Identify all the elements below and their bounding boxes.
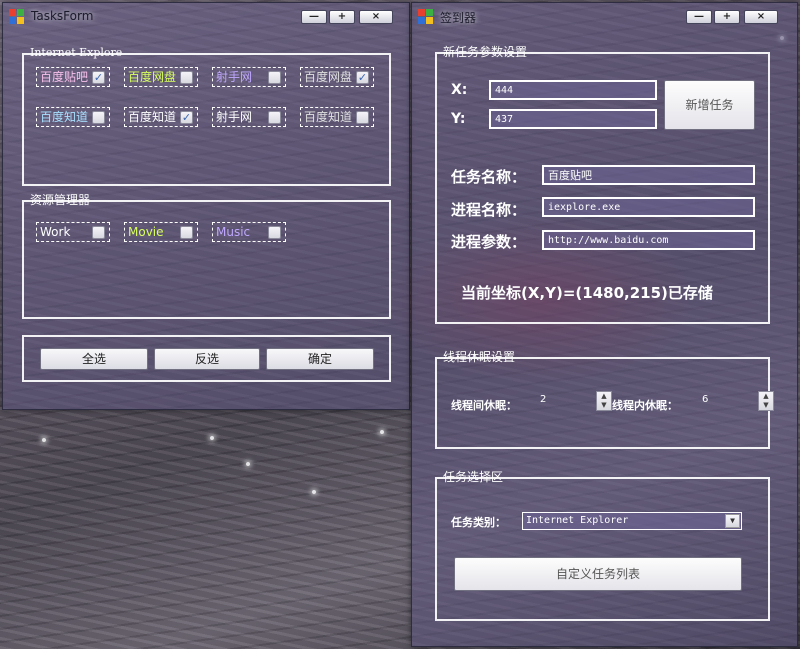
add-task-button[interactable]: 新增任务 xyxy=(664,80,755,130)
coordinate-status-text: 当前坐标(X,Y)=(1480,215)已存储 xyxy=(461,284,713,302)
close-button[interactable]: × xyxy=(359,10,393,24)
group-legend: 新任务参数设置 xyxy=(443,45,528,59)
y-input[interactable]: 437 xyxy=(489,109,657,129)
spin-buttons[interactable]: ▲ ▼ xyxy=(596,391,612,411)
checkbox-item[interactable]: 射手网 xyxy=(212,107,286,127)
checkbox-label: Movie xyxy=(128,225,164,239)
x-label: X: xyxy=(451,82,468,98)
checkbox-item[interactable]: 百度知道 ✓ xyxy=(124,107,198,127)
checkbox-checked-icon[interactable]: ✓ xyxy=(356,71,369,84)
checkbox-label: 射手网 xyxy=(216,70,253,84)
checkbox-label: 百度网盘 xyxy=(128,70,177,84)
maximize-button[interactable]: + xyxy=(714,10,740,24)
checkbox-checked-icon[interactable]: ✓ xyxy=(92,71,105,84)
tasks-form-titlebar[interactable]: TasksForm — + × xyxy=(3,3,409,31)
between-threads-sleep-stepper[interactable]: 2 ▲ ▼ xyxy=(540,391,612,411)
checkbox-label: 百度知道 xyxy=(40,110,89,124)
checkbox-label: 百度知道 xyxy=(304,110,353,124)
checkbox-unchecked-icon[interactable] xyxy=(268,71,281,84)
checkbox-label: 百度知道 xyxy=(128,110,177,124)
confirm-button[interactable]: 确定 xyxy=(266,348,374,370)
checkbox-unchecked-icon[interactable] xyxy=(180,226,193,239)
checkbox-item[interactable]: 百度网盘 ✓ xyxy=(300,67,374,87)
checkbox-label: 百度贴吧 xyxy=(40,70,89,84)
invert-selection-button[interactable]: 反选 xyxy=(154,348,260,370)
checkbox-item[interactable]: 射手网 xyxy=(212,67,286,87)
signin-window: 签到器 — + × 新任务参数设置 X: 444 Y: 437 新增任务 任务名… xyxy=(411,2,798,647)
checkbox-label: 百度网盘 xyxy=(304,70,353,84)
group-legend: Internet Explore xyxy=(30,46,123,59)
app-icon xyxy=(418,9,434,25)
x-input[interactable]: 444 xyxy=(489,80,657,100)
checkbox-unchecked-icon[interactable] xyxy=(180,71,193,84)
process-name-input[interactable]: iexplore.exe xyxy=(542,197,755,217)
background-sparkle xyxy=(210,436,214,440)
spin-up-icon[interactable]: ▲ xyxy=(759,392,773,401)
stepper-value: 2 xyxy=(540,394,547,405)
within-thread-sleep-stepper[interactable]: 6 ▲ ▼ xyxy=(702,391,774,411)
group-legend: 任务选择区 xyxy=(443,470,504,484)
checkbox-unchecked-icon[interactable] xyxy=(92,111,105,124)
app-icon xyxy=(9,9,25,25)
ie-group: Internet Explore 百度贴吧 ✓ 百度网盘 射手网 百度网盘 ✓ … xyxy=(22,46,391,186)
checkbox-item[interactable]: 百度网盘 xyxy=(124,67,198,87)
spin-down-icon[interactable]: ▼ xyxy=(597,401,611,410)
group-legend: 资源管理器 xyxy=(30,193,91,207)
process-args-input[interactable]: http://www.baidu.com xyxy=(542,230,755,250)
checkbox-item[interactable]: Music xyxy=(212,222,286,242)
background-sparkle xyxy=(246,462,250,466)
checkbox-item[interactable]: 百度知道 xyxy=(300,107,374,127)
spin-down-icon[interactable]: ▼ xyxy=(759,401,773,410)
explorer-group: 资源管理器 Work Movie Music xyxy=(22,193,391,319)
close-button[interactable]: × xyxy=(744,10,778,24)
checkbox-item[interactable]: 百度知道 xyxy=(36,107,110,127)
select-all-button[interactable]: 全选 xyxy=(40,348,148,370)
thread-sleep-group: 线程休眠设置 线程间休眠： 2 ▲ ▼ 线程内休眠： 6 ▲ ▼ xyxy=(435,350,774,449)
background-sparkle xyxy=(312,490,316,494)
between-threads-sleep-label: 线程间休眠： xyxy=(451,399,517,412)
action-button-group: 全选 反选 确定 xyxy=(22,335,391,382)
checkbox-label: Work xyxy=(40,225,71,239)
checkbox-checked-icon[interactable]: ✓ xyxy=(180,111,193,124)
checkbox-item[interactable]: Movie xyxy=(124,222,198,242)
checkbox-unchecked-icon[interactable] xyxy=(356,111,369,124)
checkbox-unchecked-icon[interactable] xyxy=(92,226,105,239)
minimize-button[interactable]: — xyxy=(686,10,712,24)
task-category-select[interactable]: Internet Explorer ▼ xyxy=(522,512,742,530)
task-name-label: 任务名称： xyxy=(451,168,527,186)
task-select-group: 任务选择区 任务类别： Internet Explorer ▼ 自定义任务列表 xyxy=(435,470,770,621)
window-title: 签到器 xyxy=(440,11,477,25)
chevron-down-icon[interactable]: ▼ xyxy=(725,514,740,528)
maximize-button[interactable]: + xyxy=(329,10,355,24)
minimize-button[interactable]: — xyxy=(301,10,327,24)
group-legend: 线程休眠设置 xyxy=(443,350,516,364)
checkbox-unchecked-icon[interactable] xyxy=(268,111,281,124)
checkbox-item[interactable]: 百度贴吧 ✓ xyxy=(36,67,110,87)
stepper-value: 6 xyxy=(702,394,709,405)
task-category-label: 任务类别： xyxy=(451,516,506,529)
process-args-label: 进程参数： xyxy=(451,233,527,251)
process-name-label: 进程名称： xyxy=(451,201,527,219)
checkbox-item[interactable]: Work xyxy=(36,222,110,242)
signin-titlebar[interactable]: 签到器 — + × xyxy=(412,3,797,31)
checkbox-label: 射手网 xyxy=(216,110,253,124)
select-value: Internet Explorer xyxy=(526,515,629,526)
custom-task-list-button[interactable]: 自定义任务列表 xyxy=(454,557,742,591)
spin-up-icon[interactable]: ▲ xyxy=(597,392,611,401)
task-name-input[interactable]: 百度贴吧 xyxy=(542,165,755,185)
checkbox-label: Music xyxy=(216,225,251,239)
window-title: TasksForm xyxy=(31,9,94,23)
background-sparkle xyxy=(380,430,384,434)
y-label: Y: xyxy=(451,111,466,127)
spin-buttons[interactable]: ▲ ▼ xyxy=(758,391,774,411)
checkbox-unchecked-icon[interactable] xyxy=(268,226,281,239)
within-thread-sleep-label: 线程内休眠： xyxy=(612,399,678,412)
background-sparkle xyxy=(42,438,46,442)
tasks-form-window: TasksForm — + × Internet Explore 百度贴吧 ✓ … xyxy=(2,2,410,410)
new-task-group: 新任务参数设置 X: 444 Y: 437 新增任务 任务名称： 百度贴吧 进程… xyxy=(435,45,770,324)
